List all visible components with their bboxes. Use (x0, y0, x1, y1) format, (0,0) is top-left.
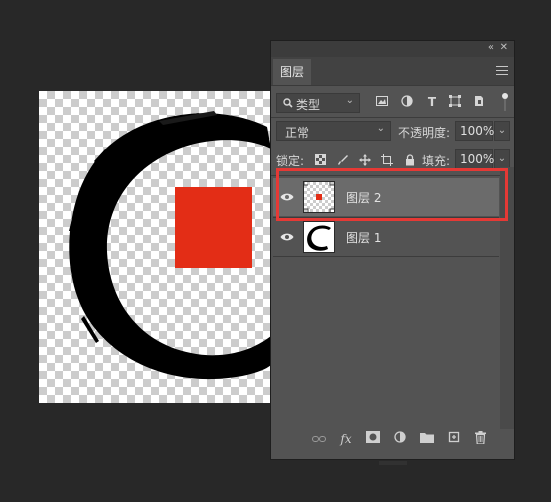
document-canvas[interactable] (39, 91, 271, 403)
fill-value: 100% (460, 152, 495, 166)
blend-row: 正常 ⌄ 不透明度: 100% ⌄ (271, 121, 514, 143)
layer-row-1[interactable]: 图层 1 (273, 218, 499, 256)
chevron-down-icon: ⌄ (376, 123, 385, 134)
opacity-input[interactable]: 100% (455, 121, 495, 141)
fill-slider-toggle[interactable]: ⌄ (494, 149, 510, 169)
fill-label: 填充: (422, 154, 451, 168)
collapse-panel-icon[interactable]: « (488, 42, 494, 53)
layers-bottom-toolbar: fx (271, 429, 514, 451)
layers-panel: « ✕ 图层 类型 ⌄ T 正常 ⌄ 不透明度: 100% ⌄ 锁定: 填充: … (270, 40, 515, 465)
tab-layers[interactable]: 图层 (273, 59, 311, 85)
red-square-shape (175, 187, 252, 268)
trash-icon[interactable] (472, 431, 488, 447)
filter-toggle-switch[interactable] (502, 93, 508, 111)
new-layer-icon[interactable] (446, 431, 462, 447)
close-panel-icon[interactable]: ✕ (500, 42, 508, 53)
fx-icon[interactable]: fx (338, 431, 354, 447)
search-icon (283, 97, 293, 111)
layer-thumbnail-1 (303, 221, 335, 253)
filter-kind-label: 类型 (296, 98, 321, 112)
filter-kind-select[interactable]: 类型 ⌄ (276, 93, 360, 113)
filter-row: 类型 ⌄ T (271, 93, 514, 115)
lock-artboard-icon[interactable] (381, 154, 393, 166)
panel-menu-icon[interactable] (496, 66, 508, 75)
fill-input[interactable]: 100% (455, 149, 495, 169)
panel-title-bar: « ✕ (271, 41, 514, 57)
ink-circle-artwork (69, 111, 271, 380)
smart-object-icon[interactable] (472, 95, 486, 109)
group-folder-icon[interactable] (419, 431, 435, 447)
lock-transparent-icon[interactable] (314, 154, 326, 166)
lock-all-icon[interactable] (404, 154, 416, 166)
opacity-value: 100% (460, 124, 495, 138)
lock-move-icon[interactable] (359, 154, 371, 166)
blend-mode-select[interactable]: 正常 ⌄ (276, 121, 391, 141)
adjustment-layer-icon[interactable] (392, 431, 408, 447)
lock-paint-icon[interactable] (337, 154, 349, 166)
layer-name-1[interactable]: 图层 1 (346, 229, 381, 246)
blend-mode-value: 正常 (285, 126, 310, 140)
selected-layer-highlight-box (276, 168, 508, 221)
panel-resize-grip[interactable] (379, 454, 407, 465)
mask-icon[interactable] (365, 431, 381, 447)
opacity-label: 不透明度: (398, 126, 451, 140)
adjustment-icon[interactable] (400, 95, 414, 109)
text-icon[interactable]: T (425, 95, 439, 109)
panel-tab-bar: 图层 (271, 57, 514, 86)
opacity-slider-toggle[interactable]: ⌄ (494, 121, 510, 141)
link-icon[interactable] (311, 431, 327, 447)
eye-icon[interactable] (280, 231, 294, 241)
lock-label: 锁定: (276, 154, 305, 168)
chevron-down-icon: ⌄ (345, 95, 354, 106)
image-icon[interactable] (375, 95, 389, 109)
shape-icon[interactable] (448, 95, 462, 109)
